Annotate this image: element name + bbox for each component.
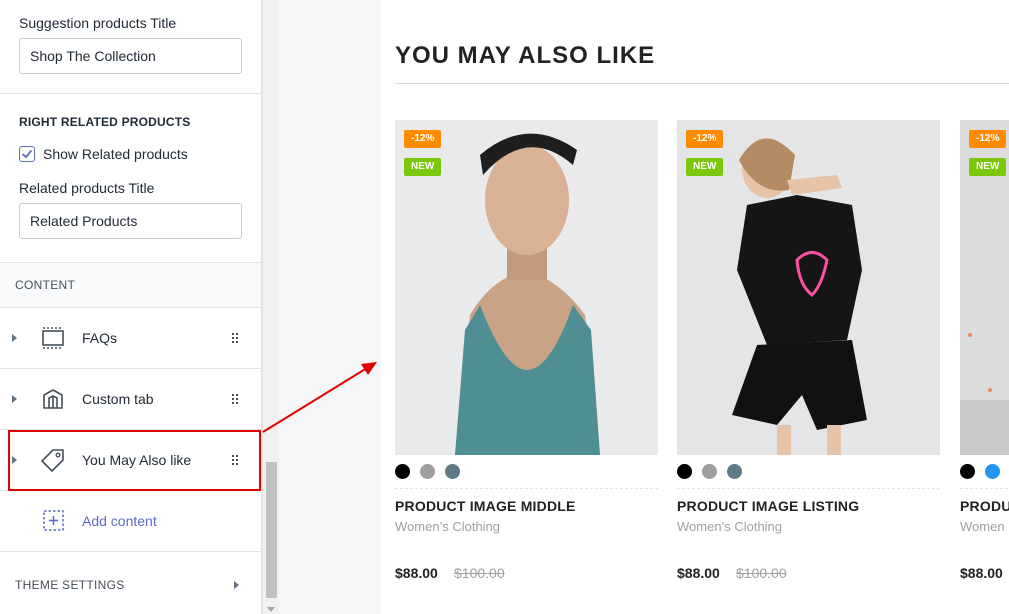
card-divider xyxy=(677,488,940,489)
new-badge: NEW xyxy=(404,158,442,176)
new-badge: NEW xyxy=(969,158,1007,176)
right-related-products-group: RIGHT RELATED PRODUCTS Show Related prod… xyxy=(0,115,261,239)
swatch-slate[interactable] xyxy=(727,464,742,479)
right-related-heading: RIGHT RELATED PRODUCTS xyxy=(19,115,191,129)
product-price: $88.00 xyxy=(395,565,438,581)
book-icon xyxy=(43,389,63,409)
swatch-black[interactable] xyxy=(960,464,975,479)
swatch-black[interactable] xyxy=(395,464,410,479)
sale-badge: -12% xyxy=(969,130,1007,148)
sidebar-scrollbar[interactable] xyxy=(262,0,279,614)
checkmark-icon xyxy=(22,150,32,158)
block-label-faqs: FAQs xyxy=(82,330,118,346)
theme-settings-row[interactable]: THEME SETTINGS xyxy=(0,551,261,614)
chevron-right-icon xyxy=(234,581,239,589)
highlight-annotation-box xyxy=(8,430,261,491)
product-old-price: $100.00 xyxy=(736,565,787,581)
caret-right-icon[interactable] xyxy=(12,334,17,342)
related-title-input[interactable]: Related Products xyxy=(19,203,242,239)
theme-settings-label: THEME SETTINGS xyxy=(15,578,125,592)
swatch-black[interactable] xyxy=(677,464,692,479)
content-section-header: CONTENT xyxy=(0,262,261,308)
color-swatches xyxy=(677,464,752,479)
drag-handle-icon[interactable] xyxy=(232,333,240,343)
add-content-label: Add content xyxy=(82,513,157,529)
section-divider xyxy=(0,93,261,94)
product-category: Women’s Clothing xyxy=(677,519,783,534)
block-item-faqs[interactable]: FAQs xyxy=(0,308,261,369)
title-divider xyxy=(395,83,1009,84)
card-divider xyxy=(395,488,658,489)
product-category: Women xyxy=(960,519,1005,534)
suggestion-title-label: Suggestion products Title xyxy=(19,15,177,31)
annotation-arrow xyxy=(262,362,377,433)
show-related-label: Show Related products xyxy=(43,146,188,162)
add-content-button[interactable]: Add content xyxy=(0,491,261,551)
product-card[interactable]: -12% NEW PRODUCT IMAGE LISTING Women’s C… xyxy=(677,120,940,581)
product-image[interactable]: -12% NEW xyxy=(960,120,1009,455)
caret-right-icon[interactable] xyxy=(12,395,17,403)
block-item-custom-tab[interactable]: Custom tab xyxy=(0,369,261,430)
product-image[interactable]: -12% NEW xyxy=(677,120,940,455)
related-title-label: Related products Title xyxy=(19,180,155,196)
sale-badge: -12% xyxy=(686,130,724,148)
product-price: $88.00 xyxy=(960,565,1003,581)
product-name[interactable]: PRODUCT IMAGE LISTING xyxy=(677,498,859,514)
sale-badge: -12% xyxy=(404,130,442,148)
swatch-grey[interactable] xyxy=(702,464,717,479)
theme-editor-sidebar: Suggestion products Title Shop The Colle… xyxy=(0,0,262,614)
product-name[interactable]: PRODU xyxy=(960,498,1009,514)
product-card[interactable]: -12% NEW PRODU Women $88.00 xyxy=(960,120,1009,581)
product-name[interactable]: PRODUCT IMAGE MIDDLE xyxy=(395,498,576,514)
product-old-price: $100.00 xyxy=(454,565,505,581)
block-label-custom-tab: Custom tab xyxy=(82,391,154,407)
color-swatches xyxy=(960,464,1009,479)
show-related-checkbox[interactable] xyxy=(19,146,35,162)
scrollbar-thumb[interactable] xyxy=(266,462,277,598)
add-block-icon xyxy=(43,510,64,531)
color-swatches xyxy=(395,464,470,479)
new-badge: NEW xyxy=(686,158,724,176)
show-related-row[interactable]: Show Related products xyxy=(19,146,242,162)
product-category: Women’s Clothing xyxy=(395,519,501,534)
product-card[interactable]: -12% NEW PRODUCT IMAGE MIDDLE Women’s Cl… xyxy=(395,120,658,581)
section-title: YOU MAY ALSO LIKE xyxy=(395,42,656,69)
drag-handle-icon[interactable] xyxy=(232,394,240,404)
swatch-grey[interactable] xyxy=(420,464,435,479)
suggestion-title-input[interactable]: Shop The Collection xyxy=(19,38,242,74)
product-image[interactable]: -12% NEW xyxy=(395,120,658,455)
suggestion-title-group: Suggestion products Title Shop The Colle… xyxy=(0,15,261,74)
product-price: $88.00 xyxy=(677,565,720,581)
faq-block-icon xyxy=(42,327,64,349)
card-divider xyxy=(960,488,1009,489)
swatch-slate[interactable] xyxy=(445,464,460,479)
scroll-down-arrow-icon[interactable] xyxy=(267,607,275,612)
swatch-blue[interactable] xyxy=(985,464,1000,479)
storefront-preview: YOU MAY ALSO LIKE -12% NEW PRODUCT IMAGE… xyxy=(381,0,1009,614)
